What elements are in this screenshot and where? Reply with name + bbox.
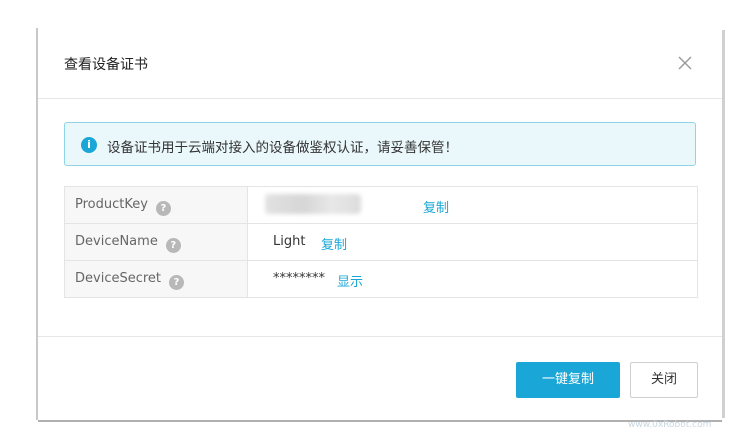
info-icon: i: [81, 137, 97, 153]
certificate-table: ProductKey? 复制 DeviceName? Light 复制 Devi…: [64, 186, 698, 298]
field-key: ProductKey?: [75, 197, 171, 216]
dialog-title: 查看设备证书: [64, 57, 148, 73]
field-key-cell: ProductKey?: [65, 187, 248, 223]
watermark: www.0xRobot.com: [628, 420, 712, 430]
field-key-label: DeviceSecret: [75, 271, 162, 286]
field-key: DeviceName?: [75, 234, 181, 253]
copy-all-button[interactable]: 一键复制: [516, 362, 620, 398]
footer-divider: [38, 336, 722, 337]
close-icon[interactable]: [676, 54, 694, 72]
close-button[interactable]: 关闭: [630, 362, 698, 398]
table-row: ProductKey? 复制: [65, 187, 697, 224]
backdrop-edge-right: [722, 30, 725, 418]
copy-product-key-link[interactable]: 复制: [423, 197, 449, 216]
device-secret-value: ********: [273, 271, 325, 286]
field-value-cell: Light 复制: [257, 224, 687, 260]
dialog-header: 查看设备证书: [38, 30, 722, 99]
field-key-cell: DeviceName?: [65, 224, 248, 260]
table-row: DeviceSecret? ******** 显示: [65, 261, 697, 297]
field-key-label: ProductKey: [75, 197, 148, 212]
help-icon[interactable]: ?: [155, 201, 171, 216]
info-alert: i 设备证书用于云端对接入的设备做鉴权认证，请妥善保管！: [64, 122, 696, 166]
device-certificate-dialog: 查看设备证书 i 设备证书用于云端对接入的设备做鉴权认证，请妥善保管！ Prod…: [38, 30, 722, 422]
table-row: DeviceName? Light 复制: [65, 224, 697, 261]
field-value-cell: ******** 显示: [257, 261, 687, 297]
help-icon[interactable]: ?: [165, 238, 181, 253]
blurred-value: [265, 194, 361, 214]
field-value-cell: 复制: [257, 187, 687, 223]
field-key-label: DeviceName: [75, 234, 158, 249]
field-key: DeviceSecret?: [75, 271, 185, 290]
field-key-cell: DeviceSecret?: [65, 261, 248, 297]
show-device-secret-link[interactable]: 显示: [337, 271, 363, 290]
copy-device-name-link[interactable]: 复制: [321, 234, 347, 253]
device-name-value: Light: [273, 234, 306, 249]
help-icon[interactable]: ?: [169, 275, 185, 290]
alert-text: 设备证书用于云端对接入的设备做鉴权认证，请妥善保管！: [107, 140, 458, 156]
